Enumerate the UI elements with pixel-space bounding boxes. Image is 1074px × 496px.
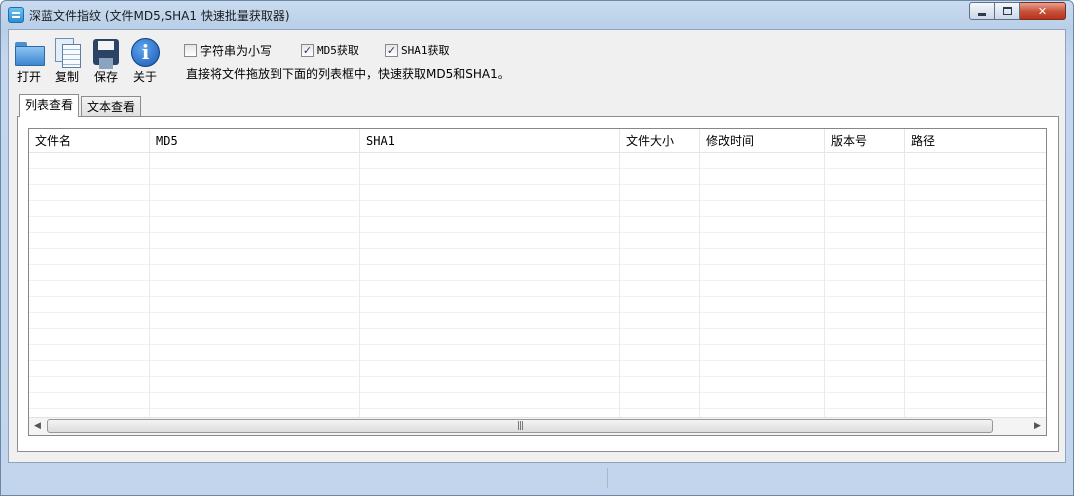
status-bar (8, 466, 1066, 490)
drop-hint: 直接将文件拖放到下面的列表框中，快速获取MD5和SHA1。 (186, 67, 510, 81)
app-window: 深蓝文件指纹 (文件MD5,SHA1 快速批量获取器) ✕ 打开 复制 保存 关… (0, 0, 1074, 496)
file-list[interactable]: 文件名 MD5 SHA1 文件大小 修改时间 版本号 路径 ◀ ||| ▶ (28, 128, 1047, 436)
scrollbar-thumb[interactable]: ||| (47, 419, 993, 433)
grip-icon: ||| (516, 421, 524, 431)
list-header: 文件名 MD5 SHA1 文件大小 修改时间 版本号 路径 (29, 129, 1046, 153)
copy-label: 复制 (54, 70, 79, 84)
lowercase-checkbox-box[interactable] (184, 44, 197, 57)
maximize-icon (1002, 7, 1012, 15)
close-icon: ✕ (1037, 4, 1048, 18)
about-button[interactable]: 关于 (127, 36, 163, 86)
md5-checkbox[interactable]: ✓ MD5获取 (301, 42, 359, 58)
window-title: 深蓝文件指纹 (文件MD5,SHA1 快速批量获取器) (29, 9, 290, 23)
md5-label: MD5获取 (317, 44, 359, 57)
tab-text-view[interactable]: 文本查看 (81, 96, 142, 116)
window-controls: ✕ (969, 2, 1066, 20)
column-divider (904, 153, 905, 417)
save-button[interactable]: 保存 (88, 36, 124, 86)
sha1-checkbox-box[interactable]: ✓ (385, 43, 398, 57)
minimize-button[interactable] (969, 2, 995, 20)
lowercase-checkbox[interactable]: 字符串为小写 (184, 42, 272, 59)
floppy-disk-icon (91, 38, 121, 66)
copy-icon (52, 38, 82, 68)
column-header-sha1[interactable]: SHA1 (360, 129, 620, 153)
scroll-left-arrow-icon[interactable]: ◀ (29, 418, 46, 435)
minimize-icon (978, 12, 986, 16)
md5-checkbox-box[interactable]: ✓ (301, 43, 314, 57)
tab-panel: 文件名 MD5 SHA1 文件大小 修改时间 版本号 路径 ◀ ||| ▶ (17, 116, 1059, 452)
folder-open-icon (14, 38, 45, 66)
about-label: 关于 (132, 70, 157, 84)
horizontal-scrollbar[interactable]: ◀ ||| ▶ (29, 417, 1046, 435)
close-button[interactable]: ✕ (1020, 2, 1066, 20)
status-cell-main (8, 468, 608, 488)
column-divider (824, 153, 825, 417)
column-divider (619, 153, 620, 417)
tab-list-view[interactable]: 列表查看 (19, 94, 80, 117)
title-bar[interactable]: 深蓝文件指纹 (文件MD5,SHA1 快速批量获取器) ✕ (1, 1, 1073, 29)
app-icon (8, 7, 24, 23)
save-label: 保存 (93, 70, 118, 84)
column-header-modified[interactable]: 修改时间 (700, 129, 825, 153)
sha1-label: SHA1获取 (401, 44, 450, 57)
column-header-filename[interactable]: 文件名 (29, 129, 150, 153)
column-divider (359, 153, 360, 417)
maximize-button[interactable] (995, 2, 1020, 20)
column-header-md5[interactable]: MD5 (150, 129, 360, 153)
status-cell-secondary (608, 468, 1066, 488)
column-header-version[interactable]: 版本号 (825, 129, 905, 153)
lowercase-label: 字符串为小写 (200, 44, 273, 58)
open-label: 打开 (16, 70, 41, 84)
info-icon (130, 38, 160, 67)
column-header-path[interactable]: 路径 (905, 129, 1046, 153)
copy-button[interactable]: 复制 (49, 36, 85, 86)
open-button[interactable]: 打开 (11, 36, 47, 86)
column-divider (149, 153, 150, 417)
column-divider (699, 153, 700, 417)
column-header-size[interactable]: 文件大小 (620, 129, 700, 153)
scroll-right-arrow-icon[interactable]: ▶ (1029, 418, 1046, 435)
sha1-checkbox[interactable]: ✓ SHA1获取 (385, 42, 450, 58)
client-area: 打开 复制 保存 关于 字符串为小写 ✓ MD5获取 ✓ SHA1获取 (8, 29, 1066, 463)
list-body[interactable] (29, 153, 1046, 417)
